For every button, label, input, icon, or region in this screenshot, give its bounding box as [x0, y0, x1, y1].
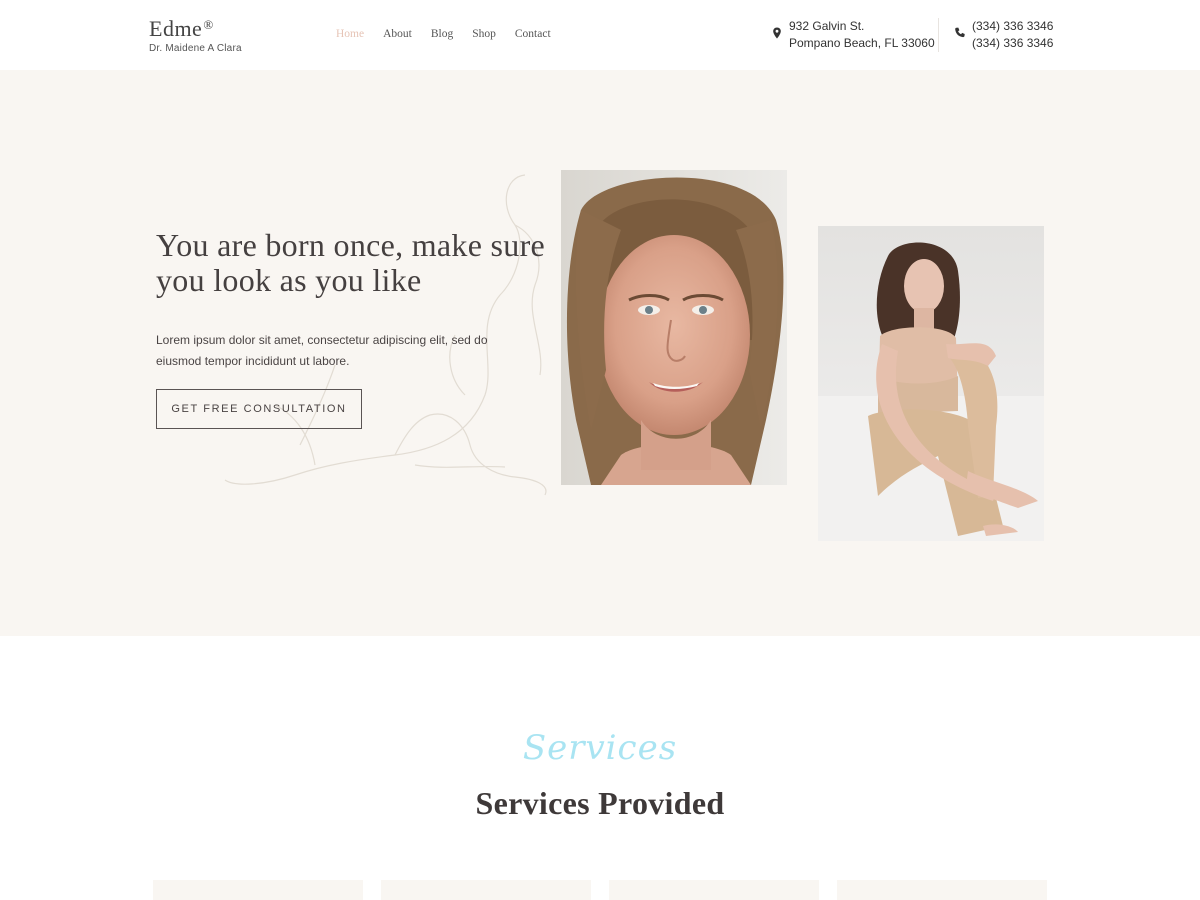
brand-name: Edme	[149, 16, 203, 41]
address-line-1: 932 Galvin St.	[789, 19, 865, 33]
nav-blog[interactable]: Blog	[431, 28, 453, 40]
header-divider	[938, 18, 939, 52]
phone-line-1: (334) 336 3346	[972, 19, 1054, 33]
brand-subtitle: Dr. Maidene A Clara	[149, 43, 242, 54]
hero-section: You are born once, make sure you look as…	[0, 70, 1200, 636]
nav-contact[interactable]: Contact	[515, 28, 551, 40]
hero-description: Lorem ipsum dolor sit amet, consectetur …	[156, 333, 488, 368]
service-card[interactable]	[609, 880, 819, 900]
service-card[interactable]	[153, 880, 363, 900]
nav-shop[interactable]: Shop	[472, 28, 496, 40]
seated-model-photo	[818, 226, 1044, 541]
free-consultation-button[interactable]: GET FREE CONSULTATION	[156, 389, 362, 429]
portrait-image	[561, 170, 787, 485]
site-header: Edme® Dr. Maidene A Clara Home About Blo…	[0, 0, 1200, 70]
portrait-photo	[561, 170, 787, 485]
service-card[interactable]	[837, 880, 1047, 900]
registered-mark: ®	[203, 17, 214, 32]
service-card[interactable]	[381, 880, 591, 900]
address-line-2: Pompano Beach, FL 33060	[789, 36, 935, 50]
address-block: 932 Galvin St. Pompano Beach, FL 33060	[771, 18, 935, 52]
main-nav: Home About Blog Shop Contact	[336, 28, 570, 40]
brand-logo[interactable]: Edme® Dr. Maidene A Clara	[149, 16, 242, 54]
nav-home[interactable]: Home	[336, 28, 364, 40]
phone-block[interactable]: (334) 336 3346 (334) 336 3346	[954, 18, 1053, 52]
nav-about[interactable]: About	[383, 28, 412, 40]
service-cards	[153, 880, 1047, 900]
phone-line-2: (334) 336 3346	[972, 36, 1054, 50]
seated-model-image	[818, 226, 1044, 541]
services-script-label: Services	[522, 728, 678, 768]
hero-title: You are born once, make sure you look as…	[156, 227, 546, 298]
map-pin-icon	[773, 27, 781, 39]
phone-icon	[955, 27, 965, 38]
services-title: Services Provided	[475, 785, 725, 821]
